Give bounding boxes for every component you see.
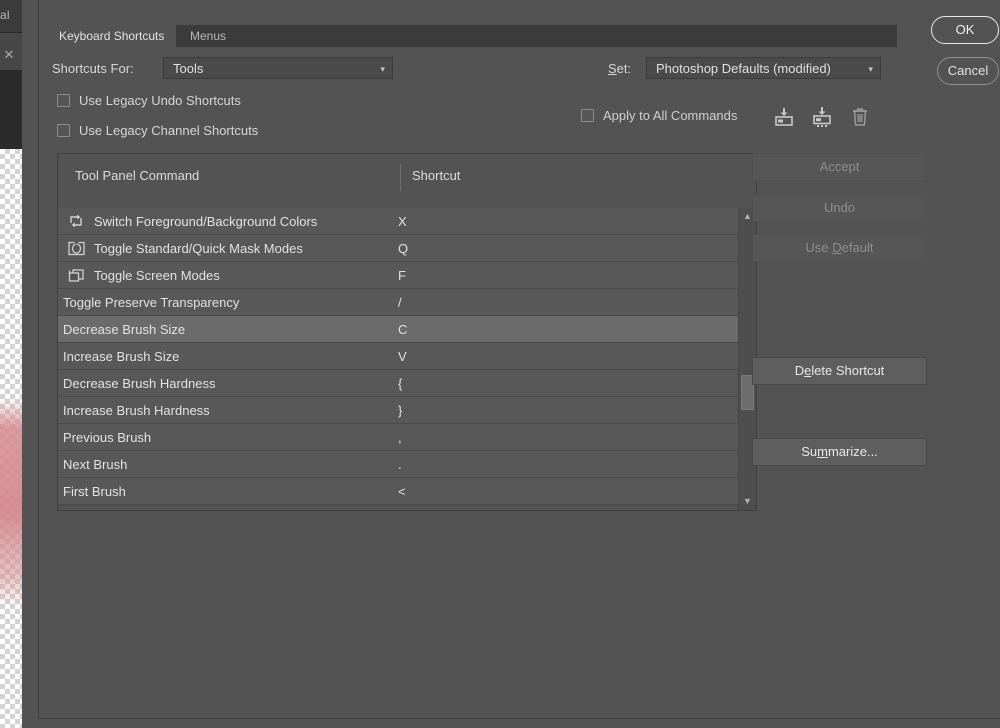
row-shortcut-value[interactable]: .	[398, 451, 402, 478]
checkbox-box	[581, 109, 594, 122]
row-shortcut-value[interactable]: C	[398, 316, 407, 343]
apply-to-all-commands-checkbox[interactable]: Apply to All Commands	[581, 108, 737, 123]
button-label: Accept	[820, 159, 860, 174]
shortcuts-table: Tool Panel Command Shortcut Switch Foreg…	[57, 153, 757, 511]
row-shortcut-value[interactable]: <	[398, 478, 406, 505]
tab-label: Keyboard Shortcuts	[59, 29, 164, 43]
set-label-mnemonic: S	[608, 61, 617, 76]
mnemonic-letter: D	[832, 240, 841, 255]
background-app-tabstrip: al	[0, 0, 22, 33]
row-shortcut-value[interactable]: {	[398, 370, 402, 397]
chevron-down-icon: ▾	[868, 58, 873, 80]
undo-button[interactable]: Undo	[752, 194, 927, 222]
button-label: Undo	[824, 200, 855, 215]
background-tab-label: al	[0, 8, 22, 22]
shortcuts-for-label: Shortcuts For:	[52, 61, 134, 76]
table-row[interactable]: Next Brush.	[58, 451, 756, 478]
chevron-down-icon: ▾	[380, 58, 385, 80]
checkbox-label: Use Legacy Channel Shortcuts	[79, 123, 258, 138]
mnemonic-letter: e	[804, 363, 811, 378]
button-label: OK	[956, 22, 975, 37]
delete-set-icon[interactable]	[848, 105, 872, 129]
row-command-label: Decrease Brush Size	[63, 316, 185, 343]
quick-mask-icon	[67, 239, 86, 258]
dialog-tabstrip: Keyboard Shortcuts Menus	[47, 25, 897, 47]
screen-modes-icon	[67, 266, 86, 285]
keyboard-shortcuts-dialog: Keyboard Shortcuts Menus Shortcuts For: …	[38, 0, 1000, 719]
table-row[interactable]: First Brush <	[58, 478, 756, 505]
button-label: Cancel	[948, 63, 988, 78]
shortcuts-for-select[interactable]: Tools ▾	[163, 57, 393, 79]
use-legacy-channel-shortcuts-checkbox[interactable]: Use Legacy Channel Shortcuts	[57, 123, 258, 138]
row-command-label: Increase Brush Size	[63, 343, 179, 370]
table-row[interactable]: Decrease Brush Hardness {	[58, 370, 756, 397]
ok-button[interactable]: OK	[931, 16, 999, 44]
row-shortcut-value[interactable]: Q	[398, 235, 408, 262]
column-divider	[400, 164, 401, 191]
button-label: Delete Shortcut	[795, 363, 885, 378]
button-label: Use Default	[806, 240, 874, 255]
row-command-label: Increase Brush Hardness	[63, 397, 210, 424]
background-canvas	[0, 149, 22, 728]
background-gutter	[22, 0, 38, 728]
checkbox-label: Use Legacy Undo Shortcuts	[79, 93, 241, 108]
column-header-shortcut: Shortcut	[412, 168, 460, 183]
use-legacy-undo-shortcuts-checkbox[interactable]: Use Legacy Undo Shortcuts	[57, 93, 241, 108]
table-row[interactable]: Toggle Screen Modes F	[58, 262, 756, 289]
row-shortcut-value[interactable]: }	[398, 397, 402, 424]
row-shortcut-value[interactable]: V	[398, 343, 407, 370]
table-row[interactable]: Previous Brush,	[58, 424, 756, 451]
use-default-button[interactable]: Use Default	[752, 234, 927, 262]
row-shortcut-value[interactable]: /	[398, 289, 402, 316]
table-body[interactable]: Switch Foreground/Background ColorsXTogg…	[58, 208, 756, 510]
set-label-rest: et:	[617, 61, 631, 76]
switch-colors-icon	[67, 212, 86, 231]
chevron-down-icon[interactable]: ▼	[739, 493, 756, 510]
set-label: Set:	[608, 61, 631, 76]
delete-shortcut-button[interactable]: Delete Shortcut	[752, 357, 927, 385]
row-command-label: Next Brush	[63, 451, 127, 478]
row-shortcut-value[interactable]: ,	[398, 424, 402, 451]
column-header-command: Tool Panel Command	[75, 168, 199, 183]
table-row[interactable]: Toggle Standard/Quick Mask Modes Q	[58, 235, 756, 262]
set-value: Photoshop Defaults (modified)	[656, 58, 831, 80]
table-header: Tool Panel Command Shortcut	[58, 154, 756, 208]
checkbox-box	[57, 124, 70, 137]
save-set-as-icon[interactable]	[810, 105, 834, 129]
checkbox-label: Apply to All Commands	[603, 108, 737, 123]
row-command-label: Decrease Brush Hardness	[63, 370, 215, 397]
table-row[interactable]: Decrease Brush Size C	[58, 316, 756, 343]
table-row[interactable]: Increase Brush Size V	[58, 343, 756, 370]
button-label: Summarize...	[801, 444, 878, 459]
cancel-button[interactable]: Cancel	[937, 57, 999, 85]
summarize-button[interactable]: Summarize...	[752, 438, 927, 466]
table-row[interactable]: Toggle Preserve Transparency /	[58, 289, 756, 316]
row-shortcut-value[interactable]: F	[398, 262, 406, 289]
set-select[interactable]: Photoshop Defaults (modified) ▾	[646, 57, 881, 79]
save-set-icon[interactable]	[772, 105, 796, 129]
row-command-label: Previous Brush	[63, 424, 151, 451]
checkbox-box	[57, 94, 70, 107]
tab-menus[interactable]: Menus	[178, 25, 238, 47]
row-command-label: Switch Foreground/Background Colors	[94, 208, 317, 235]
table-row[interactable]: Increase Brush Hardness}	[58, 397, 756, 424]
row-command-label: Toggle Standard/Quick Mask Modes	[94, 235, 303, 262]
mnemonic-letter: m	[817, 444, 828, 459]
row-shortcut-value[interactable]: X	[398, 208, 407, 235]
table-row[interactable]: Switch Foreground/Background Colors X	[58, 208, 756, 235]
canvas-artwork	[0, 398, 22, 608]
screen: al ✕ Keyboard Shortcuts Menus Shortcuts …	[0, 0, 1000, 728]
background-panel	[0, 71, 22, 149]
shortcuts-for-value: Tools	[173, 58, 203, 80]
tab-keyboard-shortcuts[interactable]: Keyboard Shortcuts	[47, 25, 176, 47]
row-command-label: First Brush	[63, 478, 126, 505]
close-icon[interactable]: ✕	[2, 48, 16, 62]
tab-label: Menus	[190, 29, 226, 43]
row-command-label: Toggle Preserve Transparency	[63, 289, 239, 316]
row-command-label: Toggle Screen Modes	[94, 262, 220, 289]
accept-button[interactable]: Accept	[752, 153, 927, 181]
